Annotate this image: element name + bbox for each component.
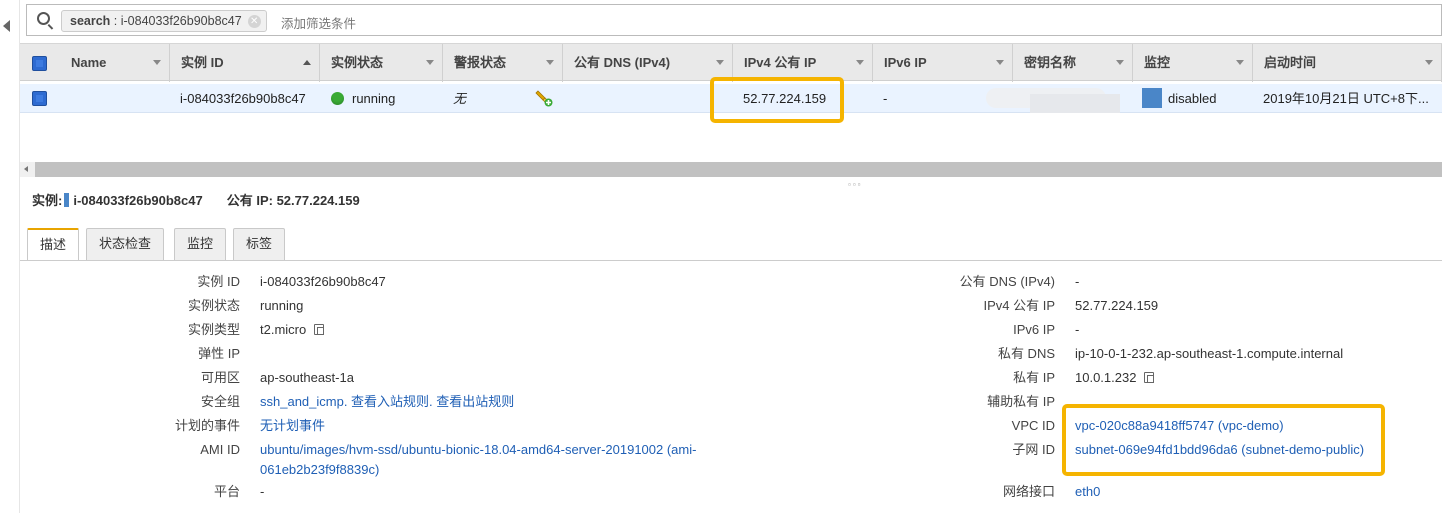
sort-icon[interactable] [1116, 60, 1124, 65]
tab-status-checks[interactable]: 状态检查 [86, 228, 165, 260]
detail-value-ipv4-public-ip: 52.77.224.159 [1075, 298, 1159, 313]
sort-icon[interactable] [716, 60, 724, 65]
row-checkbox[interactable] [32, 91, 47, 106]
instance-marker-icon [64, 193, 70, 207]
detail-value-public-dns: - [1075, 274, 1080, 289]
detail-label-private-ip: 私有 IP [1013, 370, 1055, 385]
collapse-left-icon[interactable] [3, 20, 10, 32]
summary-public-ip: 52.77.224.159 [276, 193, 360, 208]
create-alarm-icon[interactable] [535, 89, 553, 107]
column-header-ipv6-ip[interactable]: IPv6 IP [873, 44, 1013, 82]
sort-icon[interactable] [546, 60, 554, 65]
ami-id-link-continued[interactable]: 061eb2b23f9f8839c) [260, 460, 379, 480]
row-instance-state: running [331, 84, 395, 113]
detail-label-ipv6-ip: IPv6 IP [1013, 322, 1055, 337]
highlight-box-vpc-subnet [1062, 404, 1385, 476]
detail-value-private-dns: ip-10-0-1-232.ap-southeast-1.compute.int… [1075, 346, 1344, 361]
filter-chip-separator: : [110, 14, 121, 28]
detail-label-ipv4-public-ip: IPv4 公有 IP [983, 298, 1055, 313]
column-header-public-dns[interactable]: 公有 DNS (IPv4) [563, 44, 733, 82]
tab-description[interactable]: 描述 [27, 228, 80, 261]
copy-icon[interactable] [1144, 372, 1155, 383]
sort-icon[interactable] [996, 60, 1004, 65]
highlight-box-ipv4 [710, 77, 844, 123]
column-header-instance-state[interactable]: 实例状态 [320, 44, 443, 82]
row-ipv6-ip: - [883, 91, 888, 106]
redacted-key-name-overlay [1030, 94, 1120, 113]
add-filter-placeholder[interactable]: 添加筛选条件 [281, 13, 356, 32]
filter-chip-key: search [70, 14, 111, 28]
tab-monitoring[interactable]: 监控 [174, 228, 227, 260]
row-instance-id: i-084033f26b90b8c47 [180, 91, 306, 106]
tab-divider [20, 260, 1442, 261]
running-status-icon [331, 92, 344, 105]
detail-label-subnet-id: 子网 ID [1012, 442, 1055, 457]
detail-value-ipv6-ip: - [1075, 322, 1080, 337]
search-icon [37, 12, 50, 25]
instance-summary: 实例: i-084033f26b90b8c47 公有 IP: 52.77.224.1… [32, 190, 360, 209]
column-header-instance-id[interactable]: 实例 ID [170, 44, 320, 82]
detail-label-public-dns: 公有 DNS (IPv4) [959, 274, 1055, 289]
summary-public-ip-label: 公有 IP: [226, 193, 273, 208]
sort-icon[interactable] [856, 60, 864, 65]
scroll-left-icon[interactable] [20, 162, 35, 177]
detail-label-vpc-id: VPC ID [1011, 418, 1055, 433]
summary-instance-id: i-084033f26b90b8c47 [73, 193, 203, 208]
filter-chip-value: i-084033f26b90b8c47 [120, 14, 242, 28]
monitoring-status-icon [1142, 88, 1162, 108]
close-icon[interactable]: ✕ [247, 15, 261, 28]
detail-label-private-dns: 私有 DNS [997, 346, 1055, 361]
summary-instance-label: 实例: [32, 193, 63, 208]
sort-ascending-icon[interactable] [303, 60, 311, 65]
network-interface-link[interactable]: eth0 [1075, 482, 1100, 502]
filter-chip[interactable]: search : i-084033f26b90b8c47 ✕ [61, 10, 267, 32]
horizontal-scrollbar[interactable] [20, 162, 1442, 177]
tab-tags[interactable]: 标签 [233, 228, 286, 260]
sort-icon[interactable] [1236, 60, 1244, 65]
column-header-alarm-status[interactable]: 警报状态 [443, 44, 563, 82]
select-all-checkbox[interactable] [32, 56, 47, 71]
column-header-key-name[interactable]: 密钥名称 [1013, 44, 1133, 82]
column-header-monitoring[interactable]: 监控 [1133, 44, 1253, 82]
row-launch-time: 2019年10月21日 UTC+8下... [1263, 91, 1429, 106]
detail-value-private-ip: 10.0.1.232 [1075, 368, 1155, 388]
panel-resize-handle[interactable]: ▫▫▫ [848, 180, 863, 189]
row-monitoring: disabled [1142, 84, 1216, 113]
detail-label-network-interface: 网络接口 [1002, 484, 1055, 499]
sort-icon[interactable] [153, 60, 161, 65]
sort-icon[interactable] [1425, 60, 1433, 65]
column-header-name[interactable]: Name [60, 44, 170, 82]
column-header-launch-time[interactable]: 启动时间 [1253, 44, 1442, 82]
row-alarm-status: 无 [453, 91, 467, 106]
table-header: Name 实例 ID 实例状态 警报状态 公有 DNS (IPv4) IPv4 … [20, 43, 1442, 82]
sort-icon[interactable] [426, 60, 434, 65]
detail-label-secondary-private-ip: 辅助私有 IP [987, 394, 1055, 409]
filter-bar[interactable]: search : i-084033f26b90b8c47 ✕ 添加筛选条件 [26, 4, 1442, 36]
